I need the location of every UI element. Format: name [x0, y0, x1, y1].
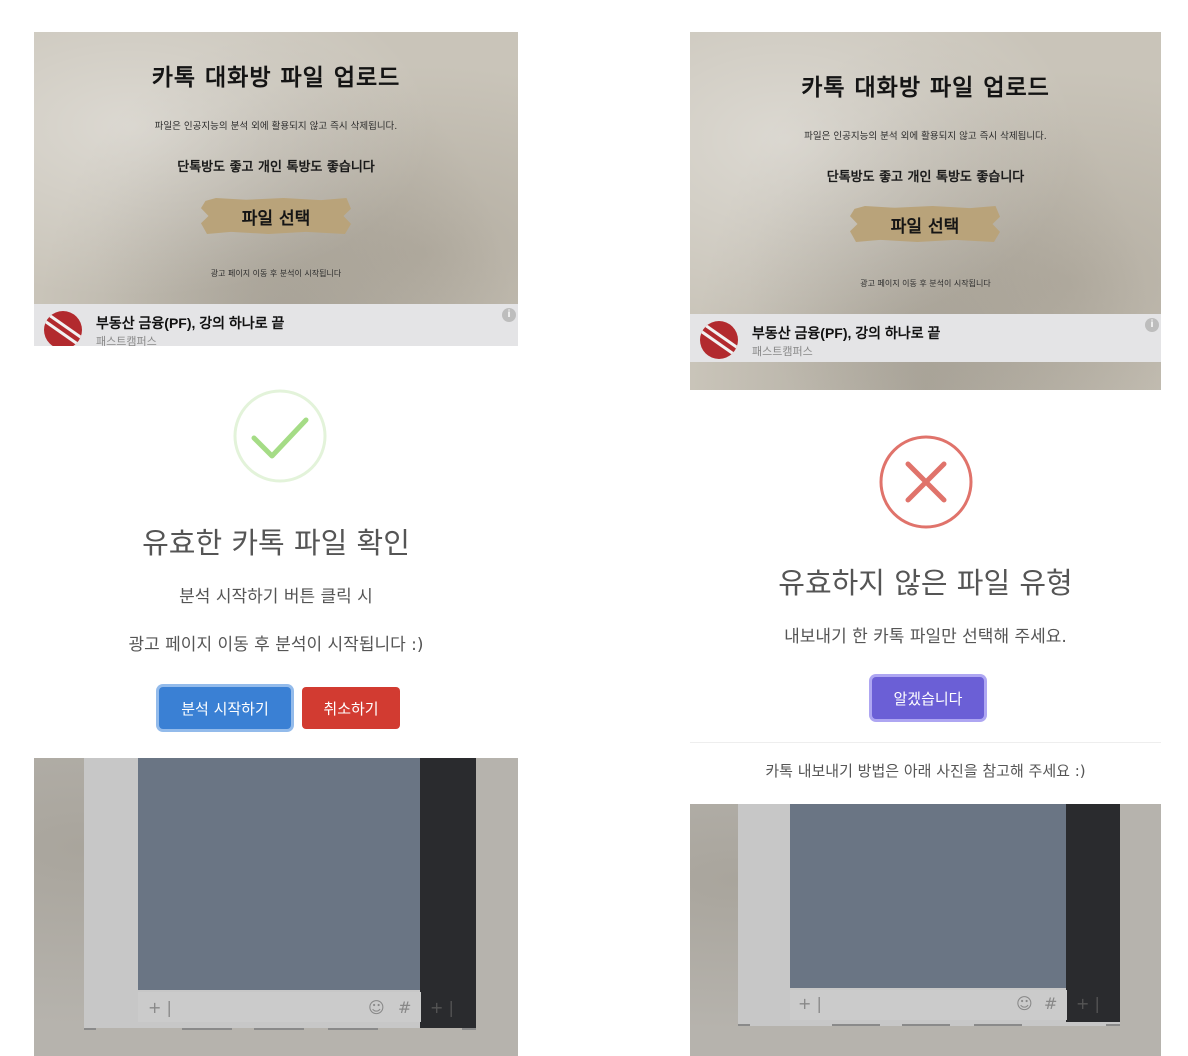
advertiser-logo [700, 321, 738, 359]
error-dialog-panel: 카톡 대화방 파일 업로드 파일은 인공지능의 분석 외에 활용되지 않고 즉시… [690, 0, 1161, 1056]
guide-divider [254, 1028, 304, 1030]
acknowledge-button[interactable]: 알겠습니다 [872, 677, 984, 719]
guide-chat-area [138, 758, 421, 990]
hero-title: 카톡 대화방 파일 업로드 [151, 64, 401, 91]
dialog-footer-text: 카톡 내보내기 방법은 아래 사진을 참고해 주세요 :) [765, 762, 1086, 780]
success-dialog-panel: 카톡 대화방 파일 업로드 파일은 인공지능의 분석 외에 활용되지 않고 즉시… [34, 0, 518, 1056]
guide-dark-pane [420, 758, 476, 1028]
dialog-text-line1: 분석 시작하기 버튼 클릭 시 [179, 587, 373, 607]
ad-sponsor: 패스트캠퍼스 [752, 346, 813, 358]
hero-note: 광고 페이지 이동 후 분석이 시작됩니다 [210, 269, 342, 278]
guide-hash-glyph: # [1044, 994, 1058, 1013]
file-select-button[interactable]: 파일 선택 [201, 198, 351, 234]
hero-description: 파일은 인공지능의 분석 외에 활용되지 않고 즉시 삭제됩니다. [804, 131, 1047, 142]
error-x-icon [879, 435, 973, 529]
guide-divider [182, 1028, 232, 1030]
cancel-button[interactable]: 취소하기 [302, 687, 400, 729]
guide-emoji-icon: ☺ [368, 998, 385, 1017]
dialog-text-line1: 내보내기 한 카톡 파일만 선택해 주세요. [784, 627, 1067, 647]
guide-plus-glyph-dark: + | [430, 998, 454, 1017]
success-check-icon [233, 389, 327, 483]
upload-hero: 카톡 대화방 파일 업로드 파일은 인공지능의 분석 외에 활용되지 않고 즉시… [34, 32, 518, 346]
dialog-footer-divider [690, 742, 1161, 743]
ad-banner[interactable]: 부동산 금융(PF), 강의 하나로 끝 패스트캠퍼스 i [34, 304, 518, 346]
guide-dark-pane [1066, 804, 1120, 1022]
guide-divider [328, 1028, 378, 1030]
guide-chat-area [790, 804, 1067, 988]
upload-hero: 카톡 대화방 파일 업로드 파일은 인공지능의 분석 외에 활용되지 않고 즉시… [690, 32, 1161, 390]
ad-banner[interactable]: 부동산 금융(PF), 강의 하나로 끝 패스트캠퍼스 i [690, 314, 1161, 362]
guide-divider [832, 1024, 880, 1026]
guide-divider [902, 1024, 950, 1026]
ad-sponsor: 패스트캠퍼스 [96, 336, 157, 346]
guide-emoji-icon: ☺ [1016, 994, 1033, 1013]
hero-description: 파일은 인공지능의 분석 외에 활용되지 않고 즉시 삭제됩니다. [154, 121, 398, 132]
dialog-title: 유효하지 않은 파일 유형 [778, 566, 1073, 600]
hero-subtitle: 단톡방도 좋고 개인 톡방도 좋습니다 [826, 170, 1025, 185]
guide-divider [84, 1028, 96, 1030]
guide-divider [974, 1024, 1022, 1026]
guide-divider [462, 1028, 476, 1030]
guide-plus-glyph-dark: + | [1076, 994, 1100, 1013]
guide-plus-glyph: + | [798, 994, 822, 1013]
advertiser-logo [44, 311, 82, 346]
kakao-guide-image: + | ☺ # + | [34, 758, 518, 1056]
hero-title: 카톡 대화방 파일 업로드 [801, 74, 1050, 101]
guide-divider [738, 1024, 750, 1026]
file-select-button[interactable]: 파일 선택 [850, 206, 1000, 242]
kakao-guide-image: + | ☺ # + | [690, 804, 1161, 1056]
guide-hash-glyph: # [398, 998, 412, 1017]
ad-info-icon[interactable]: i [502, 308, 516, 322]
hero-note: 광고 페이지 이동 후 분석이 시작됩니다 [860, 279, 991, 288]
guide-divider [1106, 1024, 1120, 1026]
ad-title: 부동산 금융(PF), 강의 하나로 끝 [752, 325, 941, 341]
dialog-text-line2: 광고 페이지 이동 후 분석이 시작됩니다 :) [128, 635, 424, 655]
guide-plus-glyph: + | [148, 998, 172, 1017]
start-analysis-button[interactable]: 분석 시작하기 [159, 687, 291, 729]
hero-subtitle: 단톡방도 좋고 개인 톡방도 좋습니다 [177, 160, 375, 175]
ad-info-icon[interactable]: i [1145, 318, 1159, 332]
dialog-title: 유효한 카톡 파일 확인 [142, 526, 410, 560]
ad-title: 부동산 금융(PF), 강의 하나로 끝 [96, 315, 285, 331]
